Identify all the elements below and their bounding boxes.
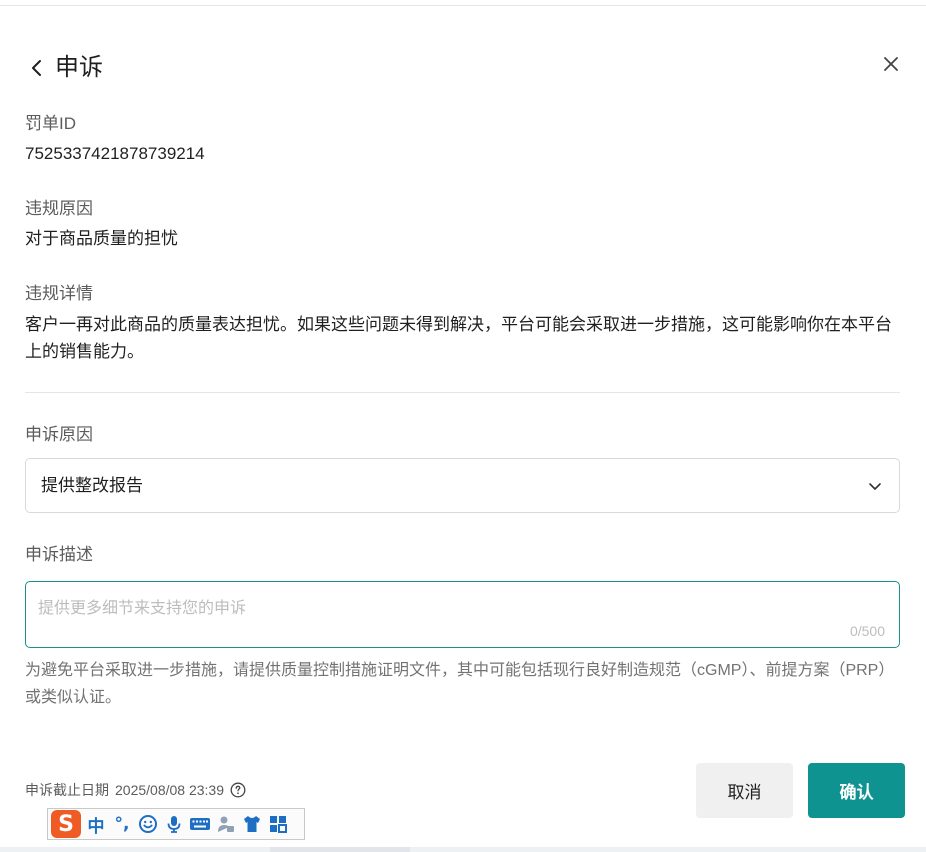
ime-toolbar: S 中 °,	[47, 808, 305, 840]
appeal-reason-selected: 提供整改报告	[41, 476, 143, 495]
char-counter: 0/500	[849, 623, 885, 639]
violation-detail-label: 违规详情	[25, 284, 93, 303]
violation-reason-value: 对于商品质量的担忧	[25, 229, 178, 248]
microphone-icon[interactable]	[163, 813, 185, 835]
penalty-id-label: 罚单ID	[25, 114, 76, 133]
user-icon[interactable]	[215, 813, 237, 835]
ime-punctuation-toggle[interactable]: °,	[111, 813, 133, 835]
shirt-icon[interactable]	[241, 813, 263, 835]
appeal-deadline: 申诉截止日期 2025/08/08 23:39	[25, 780, 246, 800]
top-border	[0, 5, 926, 6]
scrollbar-thumb[interactable]	[270, 847, 410, 852]
violation-reason-label: 违规原因	[25, 199, 93, 218]
appeal-reason-select[interactable]: 提供整改报告	[25, 458, 900, 513]
section-divider	[25, 392, 900, 393]
deadline-label: 申诉截止日期	[25, 782, 109, 798]
close-button[interactable]	[881, 54, 901, 74]
confirm-button[interactable]: 确认	[808, 763, 905, 818]
violation-detail-value: 客户一再对此商品的质量表达担忧。如果这些问题未得到解决，平台可能会采取进一步措施…	[25, 315, 892, 361]
back-button[interactable]	[25, 56, 49, 80]
ime-logo-icon[interactable]: S	[51, 810, 81, 838]
appeal-description-field[interactable]: 0/500	[25, 581, 900, 648]
help-icon[interactable]	[230, 782, 246, 798]
ime-mode-toggle[interactable]: 中	[85, 813, 107, 837]
appeal-reason-label: 申诉原因	[25, 425, 93, 444]
appeal-description-label: 申诉描述	[25, 545, 93, 564]
close-icon	[884, 57, 898, 71]
grid-icon[interactable]	[267, 813, 289, 835]
chevron-down-icon	[869, 483, 881, 490]
deadline-value: 2025/08/08 23:39	[115, 782, 224, 798]
page-title: 申诉	[55, 54, 103, 81]
horizontal-scrollbar[interactable]	[0, 847, 926, 852]
dialog-header: 申诉	[25, 50, 901, 86]
penalty-id-value: 7525337421878739214	[25, 144, 205, 163]
smiley-icon[interactable]	[137, 813, 159, 835]
keyboard-icon[interactable]	[189, 813, 211, 835]
chevron-left-icon	[32, 60, 41, 76]
cancel-button[interactable]: 取消	[696, 763, 793, 818]
appeal-hint: 为避免平台采取进一步措施，请提供质量控制措施证明文件，其中可能包括现行良好制造规…	[25, 662, 895, 706]
appeal-description-input[interactable]	[38, 594, 883, 624]
